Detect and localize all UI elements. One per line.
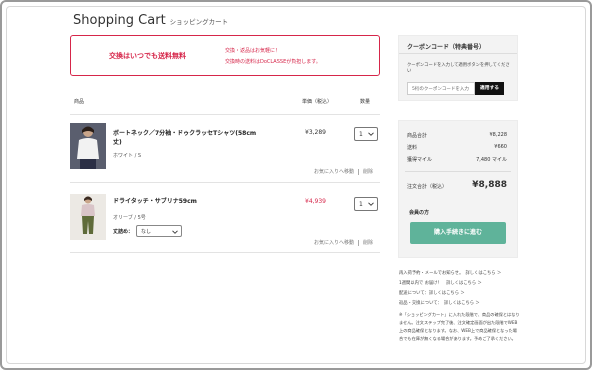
hem-adjust-label: 丈詰め： (113, 229, 134, 235)
member-label: 会員の方 (409, 210, 430, 216)
product-thumbnail-1[interactable] (70, 123, 106, 169)
hem-adjust-select[interactable]: なし (136, 225, 182, 237)
item-actions-1: お気に入りへ移動 削除 (314, 168, 373, 175)
product-name-1[interactable]: ボートネック／7分袖・ドゥクラッセTシャツ(58cm 丈) (113, 129, 273, 147)
coupon-code-input[interactable]: 5桁のクーポンコードを入力 (407, 82, 475, 95)
cart-notice-text: ※「ショッピングカート」に入れた段階で、商品の確保とはなりません。注文ステップ完… (399, 312, 520, 341)
move-to-favorites-link[interactable]: お気に入りへ移動 (314, 169, 354, 175)
free-shipping-banner: 交換はいつでも送料無料 交換・返品はお気軽に！ 交換時の送料はDoCLASSEが… (70, 35, 380, 76)
qty-select-1[interactable]: 1 (354, 127, 378, 141)
info-link-delivery-week[interactable]: 1週間以内で お届け！ 詳しくはこちら ＞ (399, 280, 521, 286)
product-price-2: ¥4,939 (305, 198, 326, 205)
banner-sub-line-2: 交換時の送料はDoCLASSEが負担します。 (225, 59, 321, 65)
page-title: Shopping Cart ショッピングカート (73, 13, 229, 28)
apply-coupon-button[interactable]: 適用する (475, 82, 504, 95)
coupon-panel: クーポンコード（特典番号） クーポンコードを入力して適用ボタンを押してください … (398, 35, 518, 101)
item-divider (70, 252, 380, 253)
checkout-button[interactable]: 購入手続きに進む (410, 222, 506, 244)
header-qty: 数量 (360, 99, 371, 105)
header-price: 単価（税込） (302, 99, 333, 105)
info-link-restock[interactable]: 再入荷予約・メールでお知らせ。 詳しくはこちら ＞ (399, 270, 521, 276)
order-summary-panel: 商品合計 ¥8,228 送料 ¥660 獲得マイル 7,480 マイル 注文合計（税込… (398, 120, 518, 258)
delete-link[interactable]: 削除 (363, 169, 373, 175)
move-to-favorites-link[interactable]: お気に入りへ移動 (314, 240, 354, 246)
delete-link[interactable]: 削除 (363, 240, 373, 246)
chevron-down-icon (368, 132, 374, 136)
qty-select-2[interactable]: 1 (354, 197, 378, 211)
info-link-shipping[interactable]: 配送について：詳しくはこちら ＞ (399, 290, 521, 296)
table-divider (70, 114, 380, 115)
chevron-down-icon (368, 202, 374, 206)
product-name-2[interactable]: ドライタッチ・サブリナ59cm (113, 197, 273, 206)
summary-divider (405, 171, 511, 172)
banner-sub-line-1: 交換・返品はお気軽に！ (225, 48, 281, 54)
chevron-down-icon (172, 229, 178, 234)
product-thumbnail-2[interactable] (70, 194, 106, 240)
item-divider (70, 182, 380, 183)
item-actions-2: お気に入りへ移動 削除 (314, 239, 373, 246)
info-link-returns[interactable]: 返品・交換について： 詳しくはこちら ＞ (399, 300, 521, 306)
coupon-title: クーポンコード（特典番号） (407, 44, 486, 51)
product-variant-1: ホワイト / S (113, 153, 142, 159)
page-subtitle: ショッピングカート (169, 18, 229, 26)
coupon-description: クーポンコードを入力して適用ボタンを押してください (407, 63, 510, 74)
banner-main-text: 交換はいつでも送料無料 (109, 52, 186, 60)
page-frame: Shopping Cart ショッピングカート 交換はいつでも送料無料 交換・返品… (0, 0, 592, 370)
product-variant-2: オリーブ / 5号 (113, 215, 146, 221)
header-product: 商品 (74, 99, 85, 105)
product-price-1: ¥3,289 (305, 129, 326, 136)
coupon-divider (399, 53, 517, 54)
